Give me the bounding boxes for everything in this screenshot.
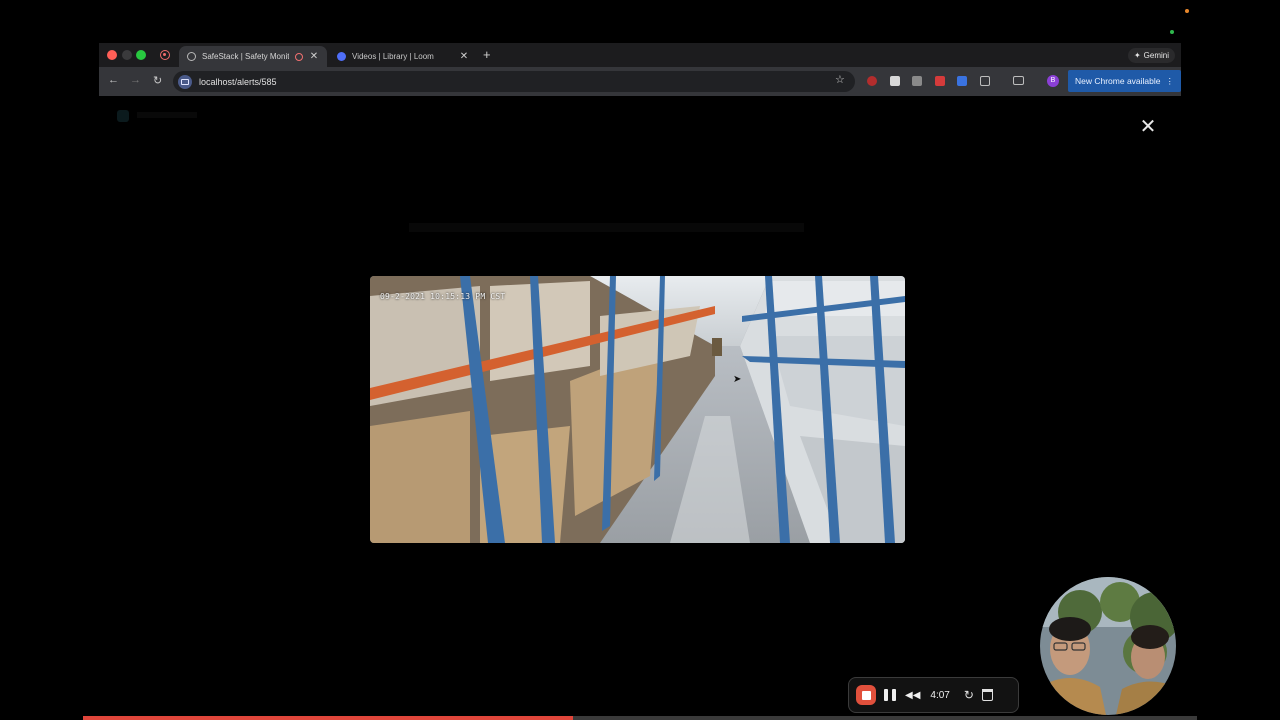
chrome-update-button[interactable]: New Chrome available ⋮: [1068, 70, 1181, 92]
browser-window: SafeStack | Safety Monito ✕ Videos | Lib…: [99, 43, 1181, 720]
site-info-icon[interactable]: [178, 74, 192, 89]
side-panel-icon[interactable]: [1013, 76, 1024, 85]
restart-icon[interactable]: ↻: [964, 688, 974, 702]
extension-icon[interactable]: [912, 76, 922, 86]
webcam-bubble[interactable]: [1040, 577, 1176, 715]
trash-icon[interactable]: [981, 689, 993, 701]
tab-recording-icon: [295, 52, 303, 61]
close-icon[interactable]: ✕: [459, 51, 469, 62]
browser-toolbar: ← → ↻ localhost/alerts/585 ☆ B New Chrom…: [99, 67, 1181, 96]
screen: SafeStack | Safety Monito ✕ Videos | Lib…: [0, 0, 1280, 720]
url-text: localhost/alerts/585: [199, 76, 277, 87]
tab-loom-library[interactable]: Videos | Library | Loom ✕: [329, 46, 477, 67]
recording-indicator-icon: [160, 50, 170, 60]
window-minimize-button[interactable]: [122, 50, 132, 60]
extension-icon[interactable]: [935, 76, 945, 86]
loom-icon: [337, 52, 346, 61]
warehouse-camera-frame: [370, 276, 905, 543]
sparkle-icon: ✦: [1133, 51, 1141, 60]
recording-timer: 4:07: [930, 689, 950, 701]
extensions-puzzle-icon[interactable]: [980, 76, 990, 86]
page-content: ✕ 09-2-2021 10:15:13 PM CST ➤: [99, 96, 1181, 720]
window-close-button[interactable]: [107, 50, 117, 60]
playback-progress-bar[interactable]: [83, 716, 1197, 720]
plus-icon[interactable]: +: [483, 47, 491, 62]
more-vert-icon: ⋮: [1165, 75, 1175, 86]
window-maximize-button[interactable]: [136, 50, 146, 60]
close-icon[interactable]: ✕: [1137, 116, 1159, 138]
stop-icon[interactable]: [856, 685, 876, 705]
extension-icon[interactable]: [867, 76, 877, 86]
recording-status-dot: [1185, 9, 1189, 13]
dimmed-logo: [117, 110, 129, 122]
rewind-icon[interactable]: ◀◀: [905, 690, 920, 701]
tab-bar: SafeStack | Safety Monito ✕ Videos | Lib…: [99, 43, 1181, 67]
globe-icon: [187, 52, 196, 61]
reload-icon[interactable]: ↻: [153, 74, 162, 87]
extension-icon[interactable]: [957, 76, 967, 86]
pause-icon[interactable]: [884, 689, 896, 701]
presenter-video: [1040, 577, 1176, 715]
address-bar[interactable]: localhost/alerts/585: [173, 71, 855, 92]
mouse-cursor-icon: ➤: [733, 374, 742, 385]
profile-avatar[interactable]: B: [1047, 75, 1059, 87]
star-icon[interactable]: ☆: [835, 73, 845, 86]
dimmed-headline: [409, 223, 804, 232]
playback-progress-fill: [83, 716, 574, 720]
back-icon[interactable]: ←: [108, 74, 119, 86]
gemini-button[interactable]: ✦ Gemini: [1127, 48, 1175, 63]
extension-icon[interactable]: [890, 76, 900, 86]
forward-icon[interactable]: →: [130, 74, 141, 86]
alert-video-player[interactable]: 09-2-2021 10:15:13 PM CST ➤: [370, 276, 905, 543]
tab-title: SafeStack | Safety Monito: [202, 52, 289, 61]
loom-recording-controls: ◀◀ 4:07 ↻: [848, 677, 1019, 713]
tab-safestack[interactable]: SafeStack | Safety Monito ✕: [179, 46, 327, 67]
close-icon[interactable]: ✕: [309, 51, 319, 62]
dimmed-brand: [137, 112, 197, 118]
camera-status-dot: [1170, 30, 1174, 34]
update-label: New Chrome available: [1074, 76, 1161, 86]
gemini-label: Gemini: [1143, 51, 1169, 60]
tab-title: Videos | Library | Loom: [352, 52, 434, 61]
camera-timestamp: 09-2-2021 10:15:13 PM CST: [380, 292, 506, 301]
